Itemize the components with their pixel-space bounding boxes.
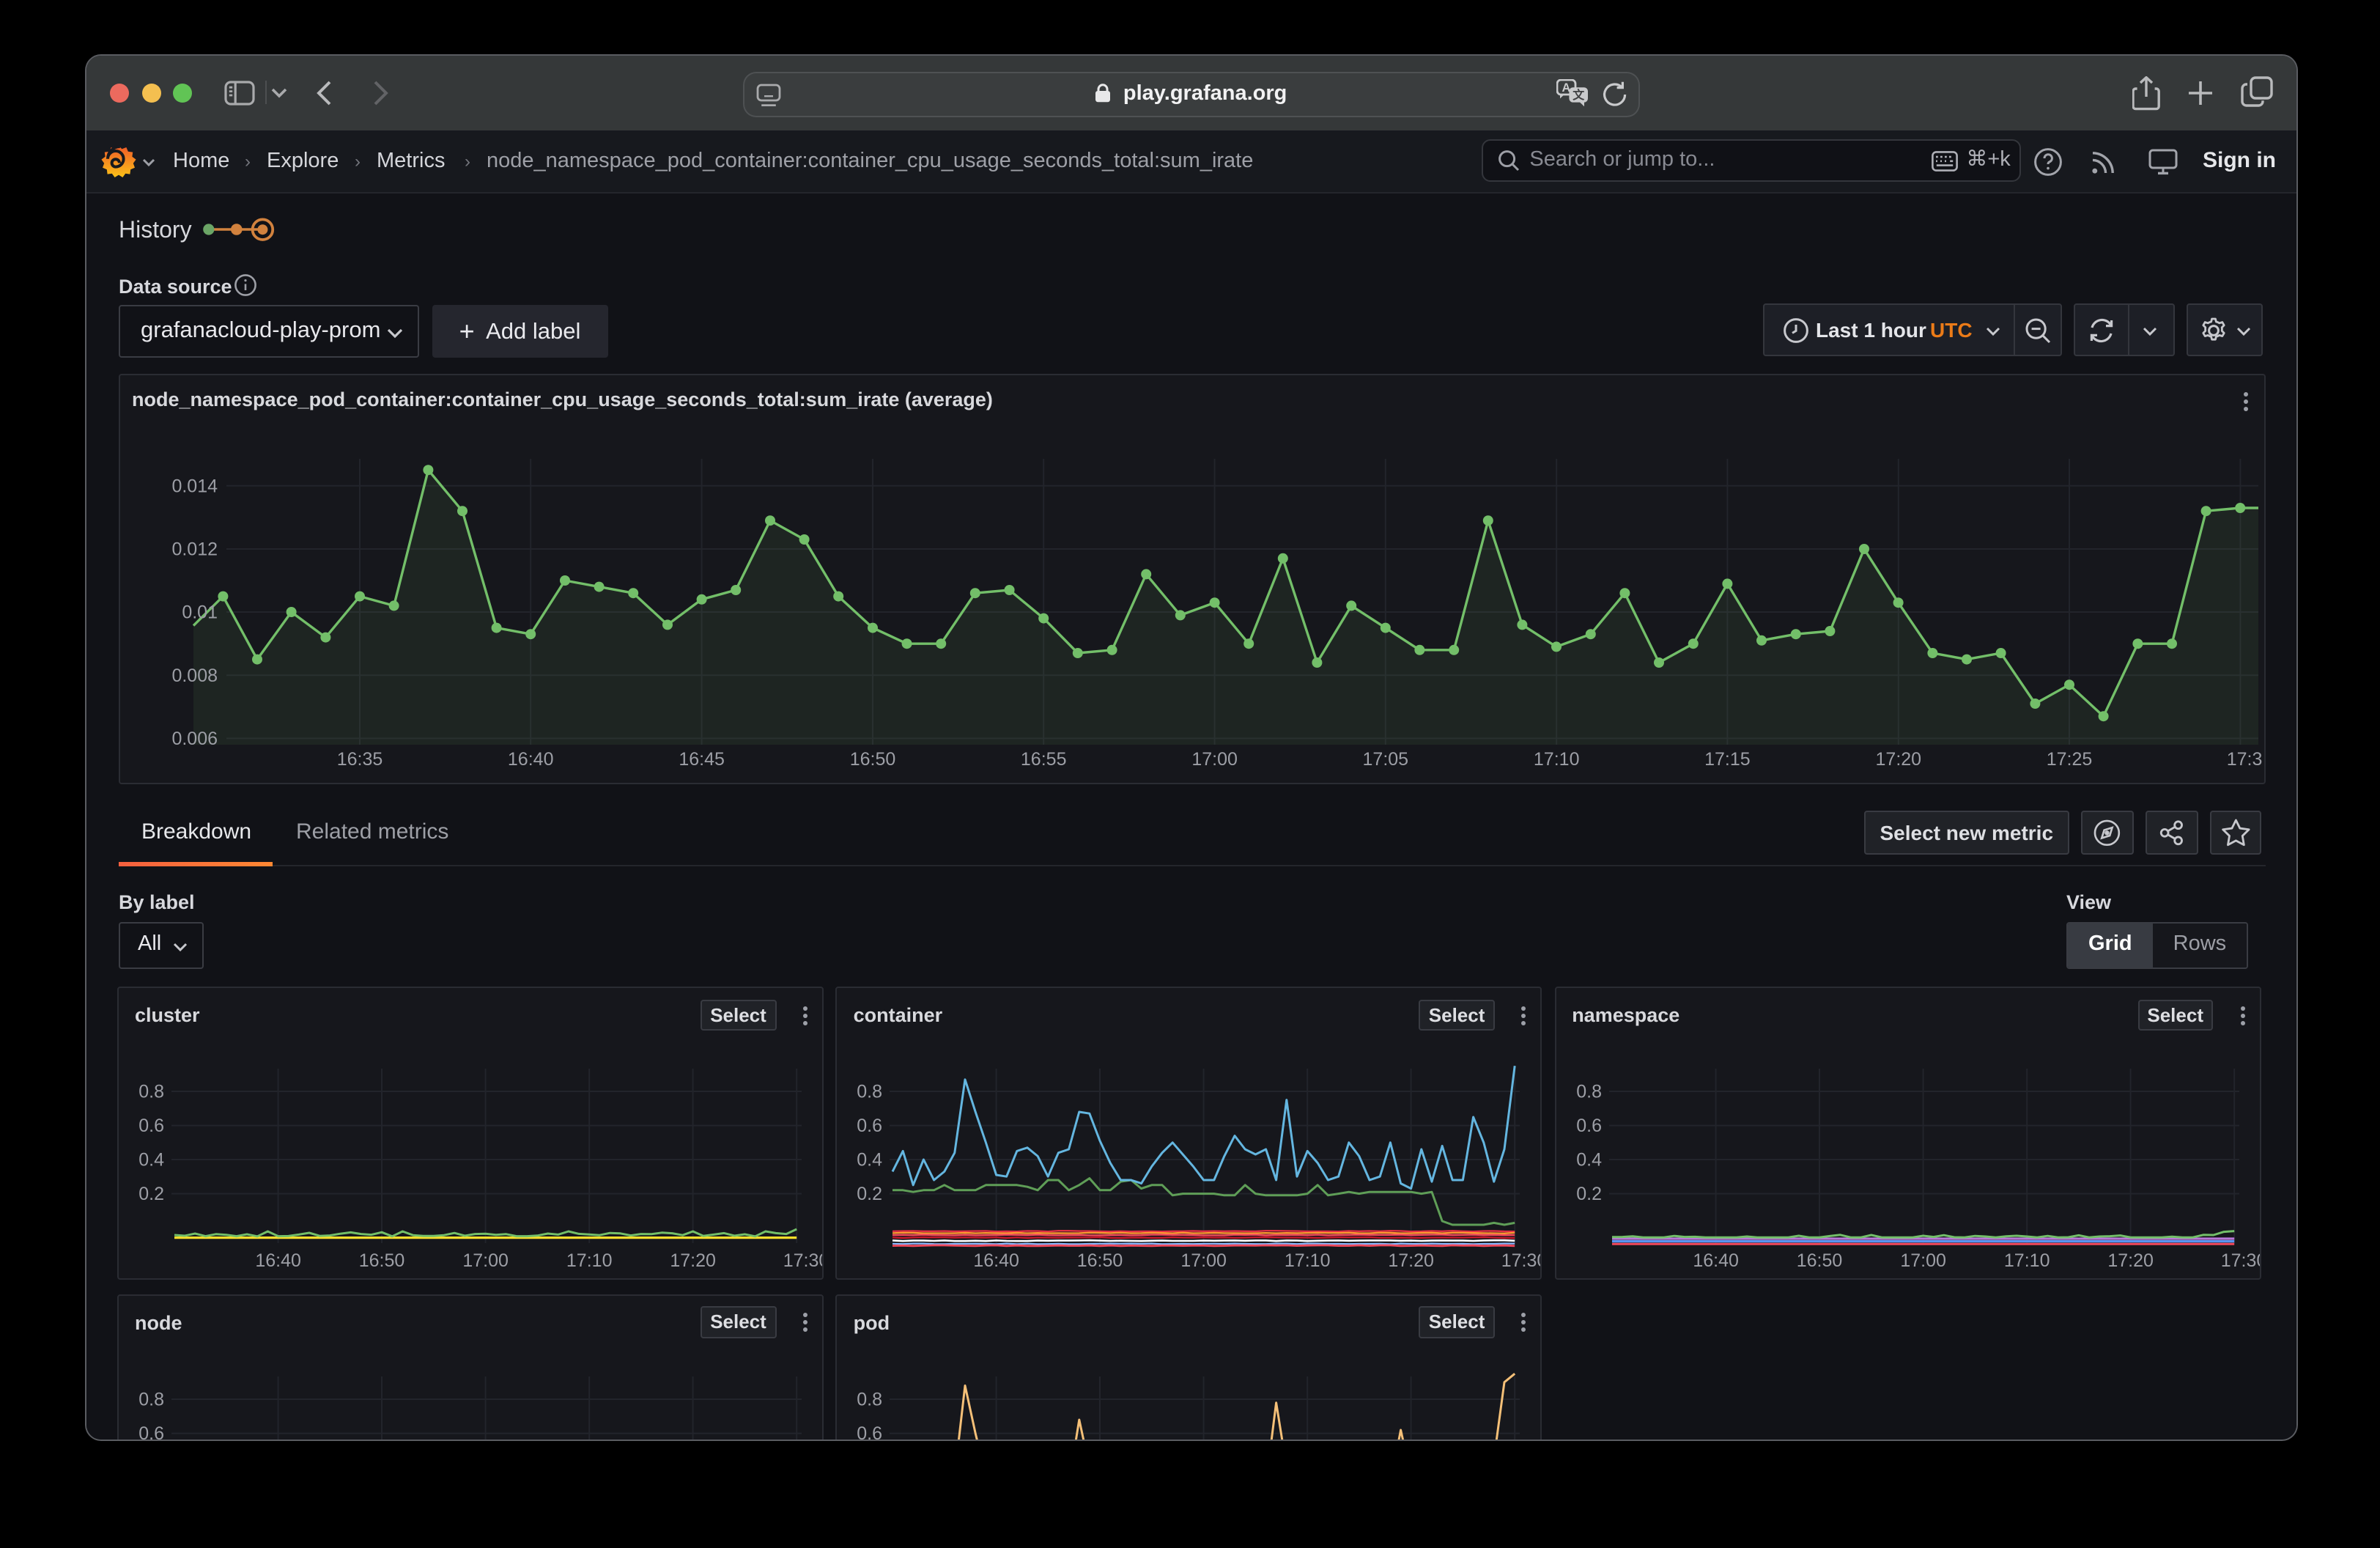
- svg-text:16:40: 16:40: [508, 749, 554, 770]
- svg-text:0.8: 0.8: [138, 1389, 164, 1409]
- svg-text:16:50: 16:50: [1796, 1250, 1842, 1271]
- svg-text:17:05: 17:05: [1363, 749, 1409, 770]
- svg-text:0.6: 0.6: [1575, 1116, 1601, 1136]
- svg-text:16:55: 16:55: [1021, 749, 1067, 770]
- svg-text:0.6: 0.6: [138, 1423, 164, 1440]
- svg-text:0.012: 0.012: [171, 539, 218, 560]
- svg-text:17:00: 17:00: [1191, 749, 1238, 770]
- svg-text:17:00: 17:00: [1900, 1250, 1946, 1271]
- svg-text:0.01: 0.01: [182, 602, 218, 623]
- svg-text:17:10: 17:10: [1534, 749, 1580, 770]
- svg-text:16:35: 16:35: [337, 749, 383, 770]
- svg-text:17:00: 17:00: [1181, 1250, 1227, 1271]
- svg-text:17:10: 17:10: [2003, 1250, 2050, 1271]
- svg-text:0.2: 0.2: [857, 1184, 883, 1204]
- svg-text:0.4: 0.4: [138, 1150, 164, 1171]
- svg-text:16:50: 16:50: [850, 749, 896, 770]
- svg-text:17:30: 17:30: [783, 1250, 822, 1271]
- svg-text:16:50: 16:50: [359, 1250, 405, 1271]
- svg-text:0.2: 0.2: [138, 1184, 164, 1204]
- svg-text:0.8: 0.8: [1575, 1082, 1601, 1102]
- svg-text:17:30: 17:30: [2220, 1250, 2259, 1271]
- svg-text:0.8: 0.8: [857, 1082, 883, 1102]
- svg-text:0.6: 0.6: [857, 1116, 883, 1136]
- svg-text:0.4: 0.4: [857, 1150, 883, 1171]
- svg-text:17:30: 17:30: [1501, 1250, 1540, 1271]
- svg-text:16:40: 16:40: [255, 1250, 301, 1271]
- svg-text:16:50: 16:50: [1077, 1250, 1123, 1271]
- svg-text:17:20: 17:20: [1876, 749, 1922, 770]
- svg-text:17:20: 17:20: [670, 1250, 716, 1271]
- svg-text:0.014: 0.014: [171, 476, 218, 496]
- svg-text:17:00: 17:00: [462, 1250, 509, 1271]
- svg-text:17:20: 17:20: [1389, 1250, 1435, 1271]
- svg-text:17:20: 17:20: [2107, 1250, 2154, 1271]
- svg-text:0.8: 0.8: [857, 1389, 883, 1409]
- svg-text:17:25: 17:25: [2047, 749, 2093, 770]
- svg-text:A: A: [1562, 81, 1570, 95]
- svg-text:0.2: 0.2: [1575, 1184, 1601, 1204]
- svg-text:17:30: 17:30: [2227, 749, 2263, 770]
- svg-text:17:10: 17:10: [566, 1250, 613, 1271]
- svg-text:0.6: 0.6: [857, 1423, 883, 1440]
- svg-text:0.6: 0.6: [138, 1116, 164, 1136]
- svg-text:16:40: 16:40: [974, 1250, 1020, 1271]
- svg-text:文: 文: [1572, 88, 1585, 102]
- svg-text:17:15: 17:15: [1704, 749, 1751, 770]
- svg-text:17:10: 17:10: [1285, 1250, 1331, 1271]
- svg-text:0.008: 0.008: [171, 666, 218, 686]
- svg-text:0.4: 0.4: [1575, 1150, 1601, 1171]
- svg-text:0.8: 0.8: [138, 1082, 164, 1102]
- svg-text:16:40: 16:40: [1693, 1250, 1739, 1271]
- svg-text:16:45: 16:45: [679, 749, 725, 770]
- svg-text:0.006: 0.006: [171, 729, 218, 749]
